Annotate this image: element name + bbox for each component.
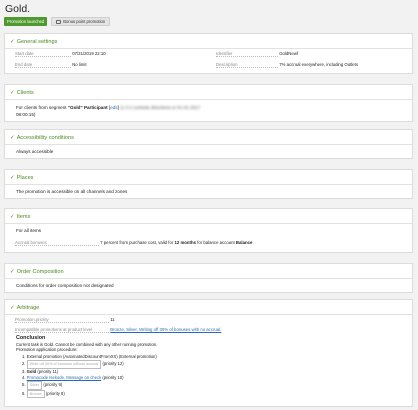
- identifier-value: GoldNewf: [279, 51, 299, 56]
- procedure-item-priority: (priority 12): [102, 361, 124, 367]
- identifier-row: Identifier GoldNewf: [216, 51, 298, 57]
- document-icon: [56, 19, 62, 24]
- incompatible-promotions-links[interactable]: Bronze, Silver, Writing off 30% of bonus…: [110, 327, 221, 332]
- conclusion-title: Conclusion: [16, 335, 46, 341]
- items-header[interactable]: ✓ Items: [5, 209, 412, 220]
- end-date-label: End date: [15, 62, 71, 68]
- places-text: The promotion is accessible on all chann…: [16, 188, 128, 194]
- identifier-label: Identifier: [216, 51, 278, 57]
- procedure-item-text: Bronze: [26, 389, 45, 399]
- places-title: Places: [16, 175, 34, 181]
- procedure-item-priority: (priority 10): [102, 375, 124, 381]
- accrual-months: 12 months: [174, 240, 197, 245]
- clients-prefix: For clients from segment: [16, 104, 67, 110]
- description-label: Description: [216, 62, 278, 68]
- incompatible-label: Incompatible promotions at product level: [15, 327, 109, 333]
- arbitrage-card: ✓ Arbitrage Promotion priority 11 Incomp…: [4, 299, 413, 407]
- procedure-item-text: Write off 30% of bonuses without accrual: [26, 360, 102, 369]
- procedure-item-text: Silver: [26, 381, 43, 390]
- places-header[interactable]: ✓ Places: [5, 170, 412, 181]
- arbitrage-header[interactable]: ✓ Arbitrage: [5, 300, 412, 311]
- checkmark-icon: ✓: [10, 214, 15, 220]
- general-settings-title: General settings: [16, 39, 58, 45]
- procedure-item-priority: (priority 9): [43, 382, 63, 388]
- general-settings-card: ✓ General settings Start date 07/31/2019…: [4, 33, 413, 74]
- checkmark-icon: ✓: [10, 175, 15, 181]
- accessibility-text: Always accessible: [16, 148, 54, 154]
- bonus-point-button-label: Bonus point promotion: [63, 19, 106, 24]
- procedure-item-priority: (priority 11): [37, 368, 59, 374]
- divider: [5, 314, 412, 315]
- order-composition-title: Order Composition: [16, 269, 64, 275]
- order-composition-text: Conditions for order composition not des…: [16, 282, 114, 288]
- accrual-row: Accrual bonuses 7 percent from purchase …: [15, 240, 252, 246]
- accrual-balance: Balance: [235, 240, 253, 245]
- end-date-value: No limit: [72, 62, 87, 67]
- procedure-item-priority: (priority 8): [45, 390, 65, 396]
- order-composition-card: ✓ Order Composition Conditions for order…: [4, 263, 413, 293]
- checkmark-icon: ✓: [10, 269, 15, 275]
- checkmark-icon: ✓: [10, 39, 15, 45]
- items-card: ✓ Items For all items Accrual bonuses 7 …: [4, 208, 413, 253]
- divider: [5, 48, 412, 49]
- promotion-page: Gold. Promotion launched Bonus point pro…: [0, 0, 418, 410]
- procedure-item: 6. Bronze (priority 8): [22, 389, 406, 399]
- segment-time: 08:00:15): [16, 111, 36, 117]
- start-date-value: 07/31/2019 22:10: [72, 51, 106, 56]
- priority-value: 11: [110, 317, 115, 322]
- segment-name: "Gold" Participant: [67, 104, 108, 110]
- items-title: Items: [16, 214, 31, 220]
- end-date-row: End date No limit: [15, 62, 87, 68]
- priority-row: Promotion priority 11: [15, 317, 115, 323]
- status-badge: Promotion launched: [4, 17, 48, 26]
- clients-header[interactable]: ✓ Clients: [5, 85, 412, 96]
- procedure-item-text: Gold: [26, 368, 37, 374]
- order-composition-header[interactable]: ✓ Order Composition: [5, 264, 412, 275]
- clients-body: For clients from segment "Gold" Particip…: [16, 104, 201, 117]
- items-text: For all items: [16, 227, 42, 233]
- clients-title: Clients: [16, 90, 34, 96]
- procedure-item: 2. Write off 30% of bonuses without accr…: [22, 360, 406, 369]
- description-value: 7% accrual everywhere, including Outlets: [279, 62, 359, 67]
- procedure-list: 1. External promotion (AutomatedDiscount…: [22, 353, 406, 399]
- edit-segment-link[interactable]: edit: [110, 105, 117, 110]
- incompatible-row: Incompatible promotions at product level…: [15, 327, 221, 333]
- conclusion-line2: Promotion application procedure:: [16, 347, 78, 353]
- priority-label: Promotion priority: [15, 317, 109, 323]
- clients-card: ✓ Clients For clients from segment "Gold…: [4, 84, 413, 122]
- procedure-item-link[interactable]: Promocode Isekode, Message on check: [27, 375, 102, 380]
- start-date-label: Start date: [15, 51, 71, 57]
- places-card: ✓ Places The promotion is accessible on …: [4, 169, 413, 199]
- accrual-pre: 7 percent from purchase cost, valid for: [100, 240, 174, 245]
- accessibility-header[interactable]: ✓ Accessibility conditions: [5, 130, 412, 141]
- procedure-item: 5. Silver (priority 9): [22, 381, 406, 390]
- segment-details-blurred: (1 0 2 contrats directions or 01 02 2017: [120, 104, 201, 110]
- accrual-label: Accrual bonuses: [15, 240, 99, 246]
- header-badges: Promotion launched Bonus point promotion: [4, 17, 111, 26]
- checkmark-icon: ✓: [10, 135, 15, 141]
- start-date-row: Start date 07/31/2019 22:10: [15, 51, 106, 57]
- page-title: Gold.: [5, 3, 31, 15]
- checkmark-icon: ✓: [10, 305, 15, 311]
- general-settings-header[interactable]: ✓ General settings: [5, 34, 412, 45]
- arbitrage-title: Arbitrage: [16, 305, 40, 311]
- accessibility-card: ✓ Accessibility conditions Always access…: [4, 129, 413, 159]
- bonus-point-button[interactable]: Bonus point promotion: [51, 17, 111, 26]
- checkmark-icon: ✓: [10, 90, 15, 96]
- accrual-mid: for balance account: [197, 240, 235, 245]
- conclusion-section: Conclusion Current task is Gold. Cannot …: [16, 335, 406, 399]
- procedure-item-text: External promotion (AutomatedDiscountFro…: [26, 353, 157, 359]
- description-row: Description 7% accrual everywhere, inclu…: [216, 62, 358, 68]
- accessibility-title: Accessibility conditions: [16, 135, 74, 141]
